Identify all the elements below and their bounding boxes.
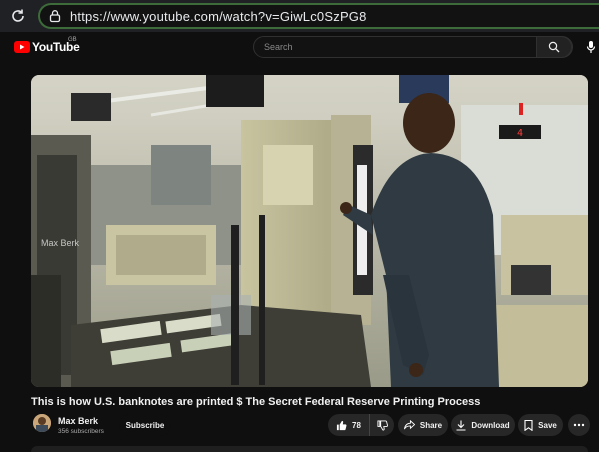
download-label: Download [471, 420, 510, 430]
thumbs-down-icon [376, 419, 388, 431]
youtube-logo-icon [14, 41, 30, 53]
video-watermark: Max Berk [41, 238, 80, 248]
search-input[interactable] [254, 42, 537, 52]
search-box [253, 36, 573, 58]
save-label: Save [538, 420, 557, 430]
url-host: www.youtube.com [110, 8, 220, 24]
url-text: https://www.youtube.com/watch?v=GiwLc0Sz… [70, 9, 367, 24]
download-icon [456, 420, 466, 431]
address-bar[interactable]: https://www.youtube.com/watch?v=GiwLc0Sz… [38, 3, 599, 29]
share-icon [403, 420, 415, 430]
like-count: 78 [352, 420, 361, 430]
channel-name[interactable]: Max Berk [58, 416, 98, 426]
channel-avatar[interactable] [33, 414, 51, 432]
subscriber-count: 356 subscribers [58, 428, 104, 435]
video-player[interactable]: 4 Max Berk [31, 75, 588, 387]
thumbs-up-icon [336, 420, 347, 430]
share-button[interactable]: Share [398, 414, 448, 436]
like-button[interactable]: 78 [328, 414, 370, 436]
more-icon [573, 423, 585, 427]
share-label: Share [419, 420, 443, 430]
search-button[interactable] [536, 36, 572, 58]
mic-icon[interactable] [584, 40, 598, 54]
save-button[interactable]: Save [518, 414, 563, 436]
dislike-button[interactable] [370, 414, 394, 436]
video-frame: 4 [31, 75, 588, 387]
more-actions-button[interactable] [568, 414, 590, 436]
reload-icon[interactable] [8, 6, 28, 26]
search-icon [548, 41, 560, 53]
url-path: /watch?v=GiwLc0SzPG8 [219, 8, 367, 24]
video-title: This is how U.S. banknotes are printed $… [31, 396, 481, 408]
save-icon [524, 419, 533, 431]
description-box[interactable] [31, 446, 588, 452]
youtube-header: YouTube GB [0, 32, 599, 62]
url-scheme: https:// [70, 8, 111, 24]
site-info-icon[interactable] [44, 7, 66, 25]
subscribe-button[interactable]: Subscribe [119, 414, 171, 436]
svg-text:4: 4 [517, 128, 523, 139]
browser-toolbar: https://www.youtube.com/watch?v=GiwLc0Sz… [0, 0, 599, 32]
like-dislike-group: 78 [328, 414, 394, 436]
country-code: GB [68, 37, 77, 43]
download-button[interactable]: Download [451, 414, 515, 436]
